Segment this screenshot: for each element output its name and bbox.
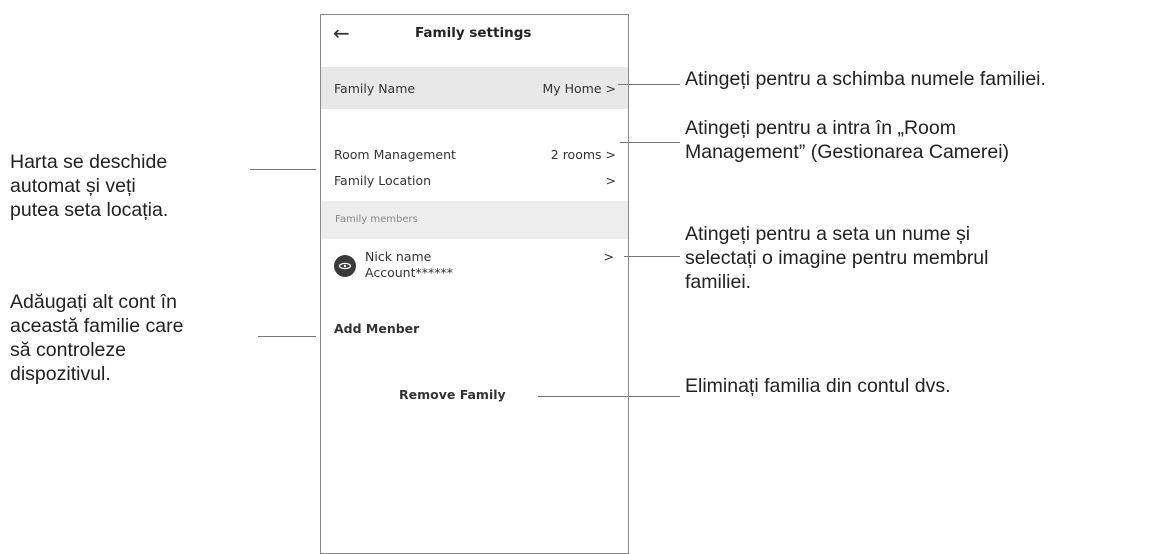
member-row[interactable]: Nick name Account****** >	[321, 247, 628, 293]
note-family-name: Atingeți pentru a schimba numele familie…	[685, 67, 1046, 91]
note-line: această familie care	[10, 315, 184, 337]
avatar-icon	[334, 255, 356, 277]
note-line: selectați o imagine pentru membrul	[685, 247, 989, 269]
family-location-row[interactable]: Family Location >	[321, 170, 628, 192]
note-line: Eliminați familia din contul dvs.	[685, 375, 951, 397]
note-line: Harta se deschide	[10, 151, 168, 173]
family-name-value: My Home >	[542, 81, 616, 96]
note-line: Atingeți pentru a schimba numele familie…	[685, 68, 1046, 90]
note-line: Atingeți pentru a intra în „Room	[685, 117, 956, 139]
note-member: Atingeți pentru a seta un nume și select…	[685, 222, 988, 294]
note-line: dispozitivul.	[10, 363, 111, 385]
member-nick-name: Nick name	[365, 249, 432, 264]
family-members-section: Family members	[321, 201, 628, 239]
family-location-label: Family Location	[334, 173, 432, 188]
leader-member	[624, 256, 680, 257]
page-title: Family settings	[415, 25, 532, 41]
family-members-header: Family members	[335, 214, 418, 225]
note-add-member: Adăugați alt cont în această familie car…	[10, 290, 183, 386]
leader-add-member	[258, 336, 316, 337]
member-chevron: >	[603, 249, 614, 264]
back-arrow-icon[interactable]: ←	[333, 21, 350, 45]
family-name-row[interactable]: Family Name My Home >	[321, 67, 628, 109]
top-bar: ← Family settings	[321, 15, 628, 57]
room-management-value: 2 rooms >	[550, 147, 616, 162]
member-account: Account******	[365, 265, 453, 280]
note-remove-family: Eliminați familia din contul dvs.	[685, 374, 951, 398]
note-line: automat și veți	[10, 175, 136, 197]
note-line: să controleze	[10, 339, 126, 361]
note-line: putea seta locația.	[10, 199, 169, 221]
note-location: Harta se deschide automat și veți putea …	[10, 150, 168, 222]
family-name-label: Family Name	[334, 81, 416, 96]
note-line: familiei.	[685, 271, 752, 293]
add-member-button[interactable]: Add Menber	[334, 321, 419, 336]
note-line: Management” (Gestionarea Camerei)	[685, 141, 1010, 163]
room-management-label: Room Management	[334, 147, 456, 162]
leader-remove-family	[538, 396, 680, 397]
note-line: Adăugați alt cont în	[10, 291, 177, 313]
note-line: Atingeți pentru a seta un nume și	[685, 223, 971, 245]
room-management-row[interactable]: Room Management 2 rooms >	[321, 143, 628, 165]
note-room-management: Atingeți pentru a intra în „Room Managem…	[685, 116, 1009, 164]
leader-room-management	[620, 142, 680, 143]
remove-family-button[interactable]: Remove Family	[399, 387, 506, 402]
leader-family-name	[618, 84, 680, 85]
leader-location	[250, 169, 316, 170]
avatar-glyph	[338, 262, 352, 270]
family-location-chevron: >	[605, 173, 616, 188]
phone-screen: ← Family settings Family Name My Home > …	[320, 14, 629, 554]
